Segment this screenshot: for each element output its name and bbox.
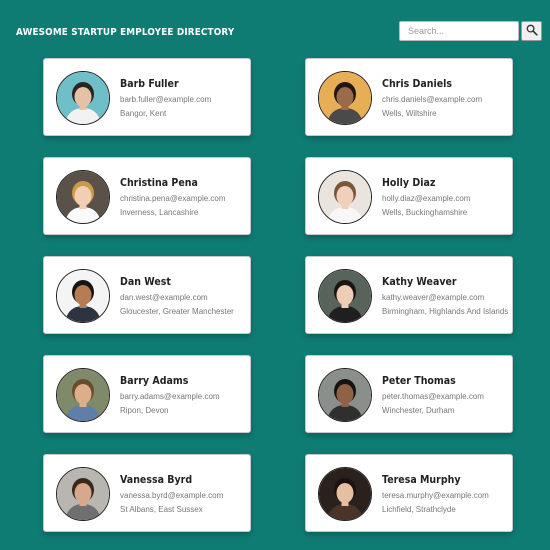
- employee-email: christina.pena@example.com: [120, 194, 226, 203]
- employee-name: Barry Adams: [120, 374, 189, 387]
- employee-location: Wells, Wiltshire: [382, 109, 437, 118]
- employee-avatar: [318, 368, 372, 422]
- employee-email: dan.west@example.com: [120, 293, 208, 302]
- employee-email: teresa.murphy@example.com: [382, 491, 489, 500]
- employee-avatar: [56, 467, 110, 521]
- employee-email: kathy.weaver@example.com: [382, 293, 485, 302]
- employee-name: Chris Daniels: [382, 77, 453, 90]
- employee-location: Bangor, Kent: [120, 109, 167, 118]
- employee-card[interactable]: Christina Pena christina.pena@example.com…: [43, 157, 251, 235]
- employee-avatar: [56, 71, 110, 125]
- employee-avatar: [56, 269, 110, 323]
- employee-name: Peter Thomas: [382, 374, 456, 387]
- magnifier-icon: [526, 24, 538, 39]
- employee-name: Teresa Murphy: [382, 473, 461, 486]
- employee-email: peter.thomas@example.com: [382, 392, 484, 401]
- employee-card[interactable]: Kathy Weaver kathy.weaver@example.com Birm…: [305, 256, 513, 334]
- employee-name: Christina Pena: [120, 176, 198, 189]
- employee-name: Kathy Weaver: [382, 275, 457, 288]
- employee-location: Lichfield, Strathclyde: [382, 505, 456, 514]
- employee-card[interactable]: Teresa Murphy teresa.murphy@example.com Li…: [305, 454, 513, 532]
- employee-card[interactable]: Dan West dan.west@example.com Gloucester, …: [43, 256, 251, 334]
- employee-location: Ripon, Devon: [120, 406, 169, 415]
- employee-location: Wells, Buckinghamshire: [382, 208, 468, 217]
- employee-avatar: [318, 269, 372, 323]
- employee-location: Inverness, Lancashire: [120, 208, 199, 217]
- employee-avatar: [318, 467, 372, 521]
- employee-card[interactable]: Peter Thomas peter.thomas@example.com Winc…: [305, 355, 513, 433]
- employee-name: Vanessa Byrd: [120, 473, 193, 486]
- employee-name: Dan West: [120, 275, 171, 288]
- employee-location: St Albans, East Sussex: [120, 505, 203, 514]
- search-input[interactable]: [399, 21, 519, 41]
- employee-location: Winchester, Durham: [382, 406, 455, 415]
- employee-avatar: [56, 368, 110, 422]
- employee-email: barry.adams@example.com: [120, 392, 220, 401]
- employee-card[interactable]: Chris Daniels chris.daniels@example.com We…: [305, 58, 513, 136]
- employee-location: Birmingham, Highlands And Islands: [382, 307, 509, 316]
- employee-card[interactable]: Barb Fuller barb.fuller@example.com Bangor…: [43, 58, 251, 136]
- employee-avatar: [56, 170, 110, 224]
- page: AWESOME STARTUP EMPLOYEE DIRECTORY Barb …: [0, 0, 550, 550]
- header: AWESOME STARTUP EMPLOYEE DIRECTORY: [0, 0, 550, 56]
- employee-email: chris.daniels@example.com: [382, 95, 483, 104]
- employee-email: vanessa.byrd@example.com: [120, 491, 224, 500]
- app-title: AWESOME STARTUP EMPLOYEE DIRECTORY: [16, 27, 235, 38]
- employee-name: Holly Diaz: [382, 176, 436, 189]
- employee-email: barb.fuller@example.com: [120, 95, 212, 104]
- employee-avatar: [318, 71, 372, 125]
- employee-avatar: [318, 170, 372, 224]
- employee-card[interactable]: Vanessa Byrd vanessa.byrd@example.com St A…: [43, 454, 251, 532]
- employee-card[interactable]: Holly Diaz holly.diaz@example.com Wells, B…: [305, 157, 513, 235]
- employee-location: Gloucester, Greater Manchester: [120, 307, 234, 316]
- employee-name: Barb Fuller: [120, 77, 179, 90]
- employee-email: holly.diaz@example.com: [382, 194, 471, 203]
- employee-card[interactable]: Barry Adams barry.adams@example.com Ripon,…: [43, 355, 251, 433]
- search-button[interactable]: [521, 21, 542, 41]
